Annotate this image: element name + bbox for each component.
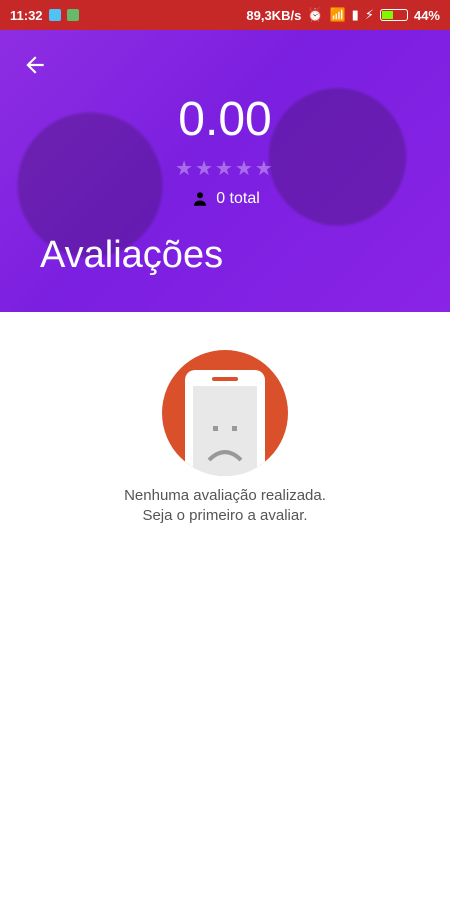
total-reviews: 0 total xyxy=(0,190,450,208)
alarm-icon: ⏰ xyxy=(307,7,324,22)
empty-message-line1: Nenhuma avaliação realizada. xyxy=(124,487,326,504)
empty-message-line2: Seja o primeiro a avaliar. xyxy=(142,507,308,524)
sad-phone-icon xyxy=(162,350,288,476)
app-notification-icon xyxy=(66,9,79,21)
battery-percent: 44% xyxy=(413,7,440,23)
total-count: 0 total xyxy=(216,190,260,207)
charging-icon: ⚡ xyxy=(364,7,374,22)
wifi-icon: 📶 xyxy=(329,7,346,22)
battery-icon xyxy=(379,9,408,21)
signal-icon: ▮ xyxy=(351,7,359,22)
average-rating: 0.00 xyxy=(178,93,272,146)
network-speed: 89,3KB/s xyxy=(246,7,302,23)
shield-icon xyxy=(48,9,61,21)
rating-stars: ★★★★★ xyxy=(175,158,275,180)
ratings-header: 0.00 ★★★★★ 0 total Avaliações xyxy=(0,30,450,312)
page-title: Avaliações xyxy=(40,234,224,276)
status-time: 11:32 xyxy=(10,7,43,23)
back-arrow-icon[interactable] xyxy=(22,52,48,78)
status-bar: 11:32 89,3KB/s ⏰ 📶 ▮ ⚡ 44% xyxy=(0,0,450,30)
empty-message: Nenhuma avaliação realizada. Seja o prim… xyxy=(0,486,450,526)
person-icon xyxy=(194,192,207,206)
empty-state: Nenhuma avaliação realizada. Seja o prim… xyxy=(0,350,450,526)
